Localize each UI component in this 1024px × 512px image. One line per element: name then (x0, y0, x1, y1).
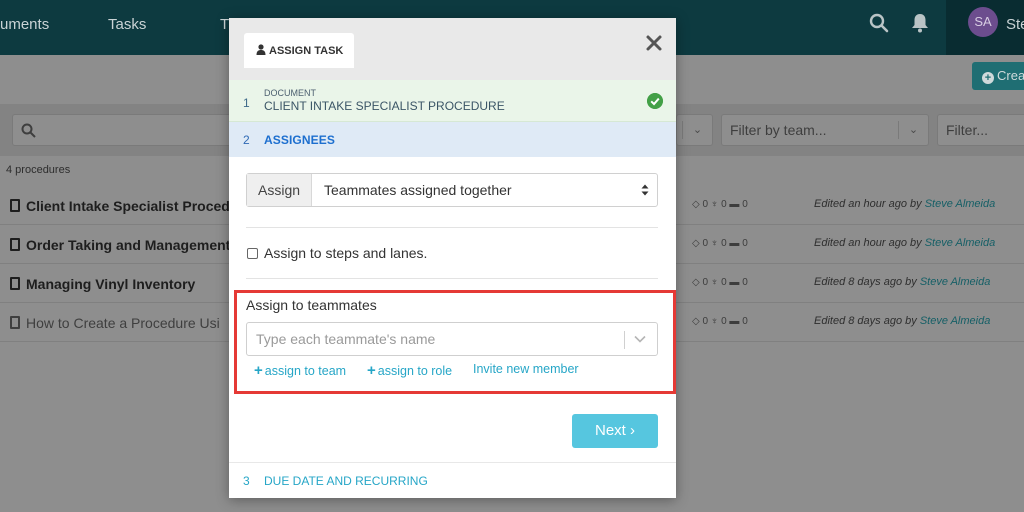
chevron-down-icon: ⌄ (898, 121, 928, 139)
edited-text: Edited 8 days ago by (814, 315, 917, 327)
plus-icon: + (367, 362, 376, 379)
step-document[interactable]: 1 DOCUMENT CLIENT INTAKE SPECIALIST PROC… (229, 80, 676, 122)
step-sublabel: DOCUMENT (264, 88, 316, 98)
procedure-stats: ◇ 0 ♆ 0 ▬ 0 (692, 199, 748, 210)
edited-text: Edited an hour ago by (814, 237, 922, 249)
sort-caret-icon (641, 184, 649, 196)
search-icon (21, 123, 36, 138)
other-filter-label: Filter... (946, 122, 989, 138)
document-icon (10, 199, 20, 212)
create-label: Crea (997, 68, 1024, 83)
divider (246, 278, 658, 279)
procedure-stats: ◇ 0 ♆ 0 ▬ 0 (692, 316, 748, 327)
search-icon[interactable] (869, 13, 889, 33)
document-icon (10, 316, 20, 329)
step-number: 2 (243, 133, 250, 147)
next-button[interactable]: Next › (572, 414, 658, 448)
step-title: DUE DATE AND RECURRING (264, 474, 428, 488)
procedure-title[interactable]: Client Intake Specialist Procedu (26, 198, 238, 214)
avatar: SA (968, 7, 998, 37)
teammates-label: Assign to teammates (246, 297, 377, 313)
step-title: ASSIGNEES (264, 133, 335, 147)
document-icon (10, 277, 20, 290)
document-title: CLIENT INTAKE SPECIALIST PROCEDURE (264, 99, 505, 113)
editor-link[interactable]: Steve Almeida (925, 198, 996, 210)
other-filter-select[interactable]: Filter... (937, 114, 1024, 146)
nav-documents[interactable]: uments (0, 16, 49, 33)
assign-to-team-link[interactable]: + assign to team (254, 362, 346, 379)
document-icon (10, 238, 20, 251)
plus-circle-icon: + (982, 72, 994, 84)
procedure-stats: ◇ 0 ♆ 0 ▬ 0 (692, 238, 748, 249)
step-due-date[interactable]: 3 DUE DATE AND RECURRING (229, 463, 676, 498)
procedure-stats: ◇ 0 ♆ 0 ▬ 0 (692, 277, 748, 288)
user-menu[interactable]: SA Ste (946, 0, 1024, 55)
assign-mode-select[interactable]: Assign Teammates assigned together (246, 173, 658, 207)
editor-link[interactable]: Steve Almeida (920, 276, 991, 288)
nav-clipped-item[interactable]: T (220, 16, 229, 33)
close-icon[interactable] (645, 34, 663, 52)
create-button[interactable]: + Crea (972, 62, 1024, 90)
procedures-count: 4 procedures (6, 164, 71, 176)
nav-tasks[interactable]: Tasks (108, 16, 146, 33)
filter-select-clipped[interactable]: ⌄ (676, 114, 713, 146)
tab-label: ASSIGN TASK (269, 45, 344, 57)
procedure-search-input[interactable] (12, 114, 237, 146)
procedure-title[interactable]: How to Create a Procedure Usi (26, 315, 220, 331)
step-assignees[interactable]: 2 ASSIGNEES (229, 122, 676, 157)
user-name: Ste (1006, 16, 1024, 33)
team-filter-label: Filter by team... (730, 122, 827, 138)
editor-link[interactable]: Steve Almeida (920, 315, 991, 327)
divider (246, 227, 658, 228)
edited-text: Edited 8 days ago by (814, 276, 917, 288)
assign-task-modal: ASSIGN TASK 1 DOCUMENT CLIENT INTAKE SPE… (229, 18, 676, 498)
step-number: 1 (243, 96, 250, 110)
teammate-name-input[interactable] (246, 322, 658, 356)
assign-to-team-label: assign to team (264, 364, 347, 378)
procedure-title[interactable]: Order Taking and Management (26, 237, 230, 253)
input-separator (624, 331, 625, 349)
chevron-down-icon: ⌄ (682, 121, 712, 139)
assign-mode-value: Teammates assigned together (324, 182, 512, 198)
step-number: 3 (243, 474, 250, 488)
bell-icon[interactable] (911, 13, 929, 33)
assign-steps-checkbox[interactable] (247, 248, 258, 259)
assign-to-role-link[interactable]: + assign to role (367, 362, 452, 379)
assign-to-role-label: assign to role (377, 364, 453, 378)
invite-new-member-link[interactable]: Invite new member (473, 362, 579, 376)
person-icon (256, 44, 266, 55)
chevron-down-icon[interactable] (634, 335, 646, 343)
procedure-title[interactable]: Managing Vinyl Inventory (26, 276, 195, 292)
edited-text: Edited an hour ago by (814, 198, 922, 210)
editor-link[interactable]: Steve Almeida (925, 237, 996, 249)
tab-assign-task[interactable]: ASSIGN TASK (244, 33, 354, 68)
plus-icon: + (254, 362, 263, 379)
modal-header: ASSIGN TASK (229, 18, 676, 80)
assign-addon-label: Assign (247, 174, 312, 206)
check-circle-icon (647, 93, 663, 109)
checkbox-label[interactable]: Assign to steps and lanes. (264, 245, 427, 261)
team-filter-select[interactable]: Filter by team... ⌄ (721, 114, 929, 146)
